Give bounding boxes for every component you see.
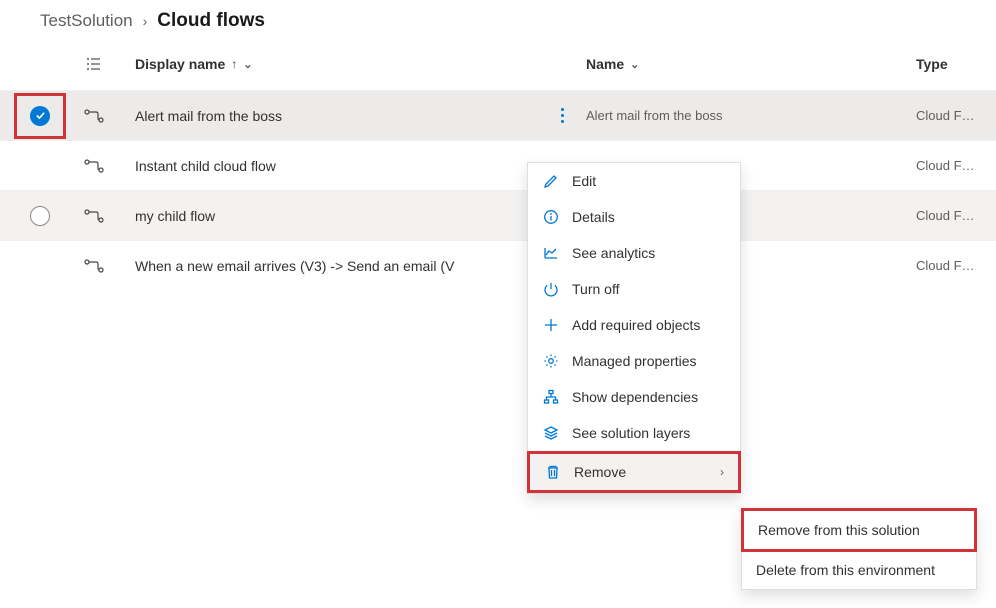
context-menu: Edit Details See analytics Turn off Add … <box>527 162 741 494</box>
list-view-icon[interactable] <box>84 56 104 72</box>
type-value: Cloud F… <box>916 108 975 123</box>
row-checkbox-checked[interactable] <box>30 106 50 126</box>
menu-item-turnoff[interactable]: Turn off <box>528 271 740 307</box>
power-icon <box>542 281 560 297</box>
table-row[interactable]: my child flow Cloud F… <box>0 190 996 240</box>
menu-item-solution-layers[interactable]: See solution layers <box>528 415 740 451</box>
submenu-remove-from-solution[interactable]: Remove from this solution <box>741 508 977 552</box>
menu-item-add-required[interactable]: Add required objects <box>528 307 740 343</box>
menu-item-analytics[interactable]: See analytics <box>528 235 740 271</box>
table-row[interactable]: When a new email arrives (V3) -> Send an… <box>0 240 996 290</box>
highlight-box: Remove › <box>527 451 741 493</box>
display-name[interactable]: When a new email arrives (V3) -> Send an… <box>135 258 454 274</box>
gear-icon <box>542 353 560 369</box>
highlight-box <box>14 93 66 139</box>
table-header: Display name ↑ ⌄ Name ⌄ Type <box>0 38 996 90</box>
display-name[interactable]: Instant child cloud flow <box>135 158 276 174</box>
flows-table: Display name ↑ ⌄ Name ⌄ Type <box>0 38 996 290</box>
chevron-right-icon: › <box>143 13 148 29</box>
type-value: Cloud F… <box>916 208 975 223</box>
chevron-right-icon: › <box>720 465 724 479</box>
menu-item-dependencies[interactable]: Show dependencies <box>528 379 740 415</box>
chart-icon <box>542 245 560 261</box>
breadcrumb-current: Cloud flows <box>157 10 265 32</box>
chevron-down-icon: ⌄ <box>243 58 252 71</box>
menu-item-edit[interactable]: Edit <box>528 163 740 199</box>
menu-item-details[interactable]: Details <box>528 199 740 235</box>
flow-icon <box>84 259 104 273</box>
name-value: Alert mail from the boss <box>586 108 723 123</box>
plus-icon <box>542 317 560 333</box>
table-row[interactable]: Alert mail from the boss Alert mail from… <box>0 90 996 140</box>
breadcrumb: TestSolution › Cloud flows <box>0 0 996 38</box>
display-name[interactable]: my child flow <box>135 208 215 224</box>
submenu-remove: Remove from this solution Delete from th… <box>741 508 977 590</box>
submenu-delete-from-env[interactable]: Delete from this environment <box>742 551 976 589</box>
column-display-name[interactable]: Display name ↑ ⌄ <box>135 56 528 72</box>
flow-icon <box>84 159 104 173</box>
flow-icon <box>84 109 104 123</box>
type-value: Cloud F… <box>916 158 975 173</box>
column-type[interactable]: Type <box>916 56 996 72</box>
column-name[interactable]: Name ⌄ <box>586 56 916 72</box>
table-row[interactable]: Instant child cloud flow Cloud F… <box>0 140 996 190</box>
trash-icon <box>544 464 562 480</box>
breadcrumb-parent[interactable]: TestSolution <box>40 11 133 31</box>
display-name[interactable]: Alert mail from the boss <box>135 108 282 124</box>
layers-icon <box>542 425 560 441</box>
row-checkbox[interactable] <box>30 206 50 226</box>
hierarchy-icon <box>542 389 560 405</box>
menu-item-remove[interactable]: Remove › <box>530 454 738 490</box>
chevron-down-icon: ⌄ <box>630 58 639 71</box>
pencil-icon <box>542 173 560 189</box>
kebab-menu-icon[interactable] <box>555 102 570 129</box>
menu-item-managed[interactable]: Managed properties <box>528 343 740 379</box>
sort-ascending-icon: ↑ <box>231 57 237 71</box>
info-icon <box>542 209 560 225</box>
flow-icon <box>84 209 104 223</box>
type-value: Cloud F… <box>916 258 975 273</box>
